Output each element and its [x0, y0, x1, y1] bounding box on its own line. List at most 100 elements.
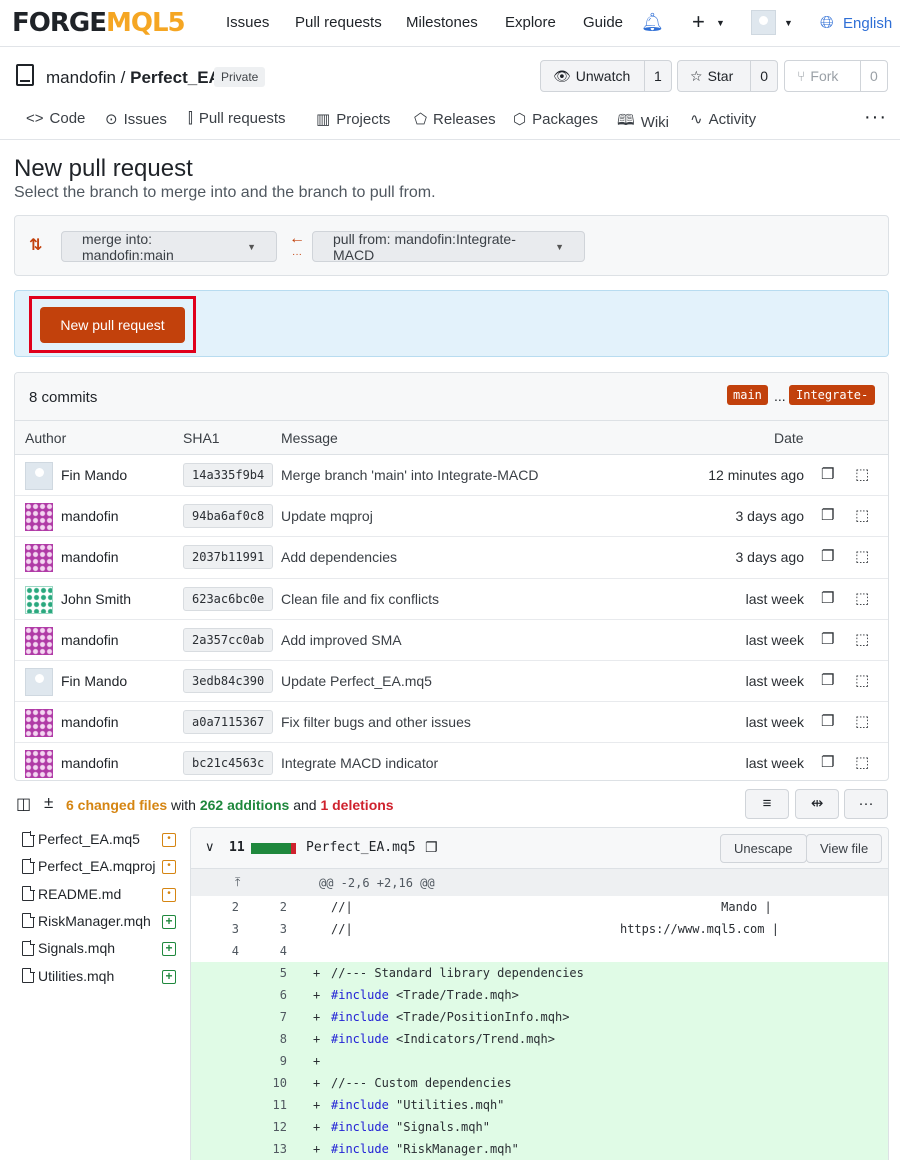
new-pull-request-button[interactable]: New pull request — [40, 307, 185, 343]
globe-icon[interactable]: 🌐︎ — [820, 13, 834, 33]
author-avatar[interactable] — [25, 626, 53, 655]
copy-icon[interactable]: ❐ — [821, 547, 834, 565]
browse-code-icon[interactable]: ⬚ — [855, 753, 869, 771]
copy-icon[interactable]: ❐ — [821, 630, 834, 648]
commit-author[interactable]: mandofin — [61, 549, 119, 565]
commit-message[interactable]: Add improved SMA — [281, 632, 402, 648]
commit-author[interactable]: mandofin — [61, 714, 119, 730]
new-line-number[interactable]: 9 — [267, 1054, 287, 1068]
browse-code-icon[interactable]: ⬚ — [855, 506, 869, 524]
tab-pull-requests[interactable]: ⫿ Pull requests — [188, 110, 286, 127]
author-avatar[interactable] — [25, 503, 53, 532]
plus-icon[interactable]: + — [692, 9, 705, 35]
commit-sha[interactable]: 2037b11991 — [183, 545, 274, 570]
commit-sha[interactable]: 94ba6af0c8 — [183, 504, 274, 529]
chevron-down-icon[interactable]: ∨ — [205, 839, 215, 855]
fork-button[interactable]: ⑂ Fork 0 — [784, 60, 888, 92]
copy-icon[interactable]: ❐ — [821, 589, 834, 607]
whitespace-toggle-button[interactable]: ≡ — [745, 789, 789, 819]
commit-sha[interactable]: a0a7115367 — [183, 710, 274, 735]
file-tree-item[interactable]: Utilities.mqh — [22, 967, 114, 984]
forge-logo[interactable]: FORGEMQL5 — [12, 8, 186, 38]
tab-issues[interactable]: ⊙ Issues — [105, 110, 167, 129]
commit-author[interactable]: Fin Mando — [61, 673, 127, 689]
browse-code-icon[interactable]: ⬚ — [855, 671, 869, 689]
old-line-number[interactable]: 2 — [219, 900, 239, 914]
head-branch-selector[interactable]: pull from: mandofin:Integrate-MACD ▼ — [312, 231, 585, 263]
tab-code[interactable]: <> Code — [26, 110, 85, 127]
file-tree-item[interactable]: RiskManager.mqh — [22, 912, 151, 929]
tab-wiki[interactable]: 🕮︎ Wiki — [617, 110, 669, 135]
commit-message[interactable]: Update Perfect_EA.mq5 — [281, 673, 432, 689]
author-avatar[interactable] — [25, 709, 53, 738]
copy-icon[interactable]: ❐ — [821, 506, 834, 524]
commit-message[interactable]: Integrate MACD indicator — [281, 755, 438, 771]
user-avatar[interactable] — [751, 10, 776, 35]
commit-author[interactable]: John Smith — [61, 591, 131, 607]
commit-author[interactable]: mandofin — [61, 632, 119, 648]
commit-sha[interactable]: 14a335f9b4 — [183, 463, 274, 487]
commit-message[interactable]: Clean file and fix conflicts — [281, 591, 439, 607]
author-avatar[interactable] — [25, 544, 53, 573]
commit-sha[interactable]: 623ac6bc0e — [183, 586, 274, 611]
head-branch-tag[interactable]: Integrate- — [789, 385, 876, 405]
author-avatar[interactable] — [25, 750, 53, 779]
browse-code-icon[interactable]: ⬚ — [855, 630, 869, 648]
copy-icon[interactable]: ❐ — [821, 753, 834, 771]
new-line-number[interactable]: 3 — [267, 922, 287, 936]
tab-releases[interactable]: ⬠ Releases — [414, 110, 496, 129]
file-tree-item[interactable]: README.md — [22, 885, 121, 902]
new-line-number[interactable]: 5 — [267, 966, 287, 980]
diff-filename[interactable]: Perfect_EA.mq5 — [306, 840, 416, 855]
file-tree-item[interactable]: Signals.mqh — [22, 940, 115, 956]
commit-sha[interactable]: 2a357cc0ab — [183, 627, 274, 652]
chevron-down-icon[interactable]: ▼ — [784, 18, 793, 28]
star-button[interactable]: ☆ Star 0 — [677, 60, 778, 92]
browse-code-icon[interactable]: ⬚ — [855, 465, 869, 483]
copy-icon[interactable]: ❐ — [821, 465, 834, 483]
tab-projects[interactable]: ▥ Projects — [316, 110, 390, 129]
language-selector[interactable]: English — [843, 15, 892, 32]
new-line-number[interactable]: 4 — [267, 944, 287, 958]
author-avatar[interactable] — [25, 667, 53, 696]
copy-icon[interactable]: ❐ — [821, 712, 834, 730]
browse-code-icon[interactable]: ⬚ — [855, 589, 869, 607]
copy-icon[interactable]: ❐ — [821, 671, 834, 689]
browse-code-icon[interactable]: ⬚ — [855, 547, 869, 565]
view-file-button[interactable]: View file — [806, 834, 883, 863]
new-line-number[interactable]: 8 — [267, 1032, 287, 1046]
copy-icon[interactable]: ❐ — [425, 839, 438, 856]
file-tree-item[interactable]: Perfect_EA.mq5 — [22, 831, 140, 847]
commit-message[interactable]: Merge branch 'main' into Integrate-MACD — [281, 467, 538, 483]
split-view-button[interactable]: ⇹ — [795, 789, 839, 819]
browse-code-icon[interactable]: ⬚ — [855, 712, 869, 730]
old-line-number[interactable]: 3 — [219, 922, 239, 936]
nav-explore[interactable]: Explore — [505, 14, 556, 31]
file-tree-item[interactable]: Perfect_EA.mqproj — [22, 858, 156, 874]
changed-files-link[interactable]: 6 changed files — [66, 797, 167, 813]
diff-options-button[interactable]: ··· — [844, 789, 888, 819]
author-avatar[interactable] — [25, 585, 53, 614]
new-line-number[interactable]: 13 — [267, 1142, 287, 1156]
tab-activity[interactable]: ∿ Activity — [690, 110, 756, 129]
new-line-number[interactable]: 2 — [267, 900, 287, 914]
commit-author[interactable]: mandofin — [61, 508, 119, 524]
repo-name-link[interactable]: Perfect_EA — [130, 68, 221, 87]
commit-author[interactable]: Fin Mando — [61, 467, 127, 483]
nav-milestones[interactable]: Milestones — [406, 14, 478, 31]
repo-owner-link[interactable]: mandofin — [46, 68, 116, 87]
base-branch-selector[interactable]: merge into: mandofin:main ▼ — [61, 231, 277, 263]
new-line-number[interactable]: 12 — [267, 1120, 287, 1134]
base-branch-tag[interactable]: main — [727, 385, 768, 405]
new-line-number[interactable]: 7 — [267, 1010, 287, 1024]
nav-guide[interactable]: Guide — [583, 14, 623, 31]
bell-icon[interactable]: 🔔︎ — [641, 12, 664, 33]
more-icon[interactable]: ··· — [864, 106, 887, 129]
unescape-button[interactable]: Unescape — [720, 834, 807, 863]
watch-button[interactable]: 👁︎ Unwatch 1 — [540, 60, 672, 92]
nav-issues[interactable]: Issues — [226, 14, 269, 31]
expand-up-icon[interactable]: ⤒ — [235, 875, 240, 890]
author-avatar[interactable] — [25, 462, 53, 490]
commit-message[interactable]: Update mqproj — [281, 508, 373, 524]
new-line-number[interactable]: 6 — [267, 988, 287, 1002]
